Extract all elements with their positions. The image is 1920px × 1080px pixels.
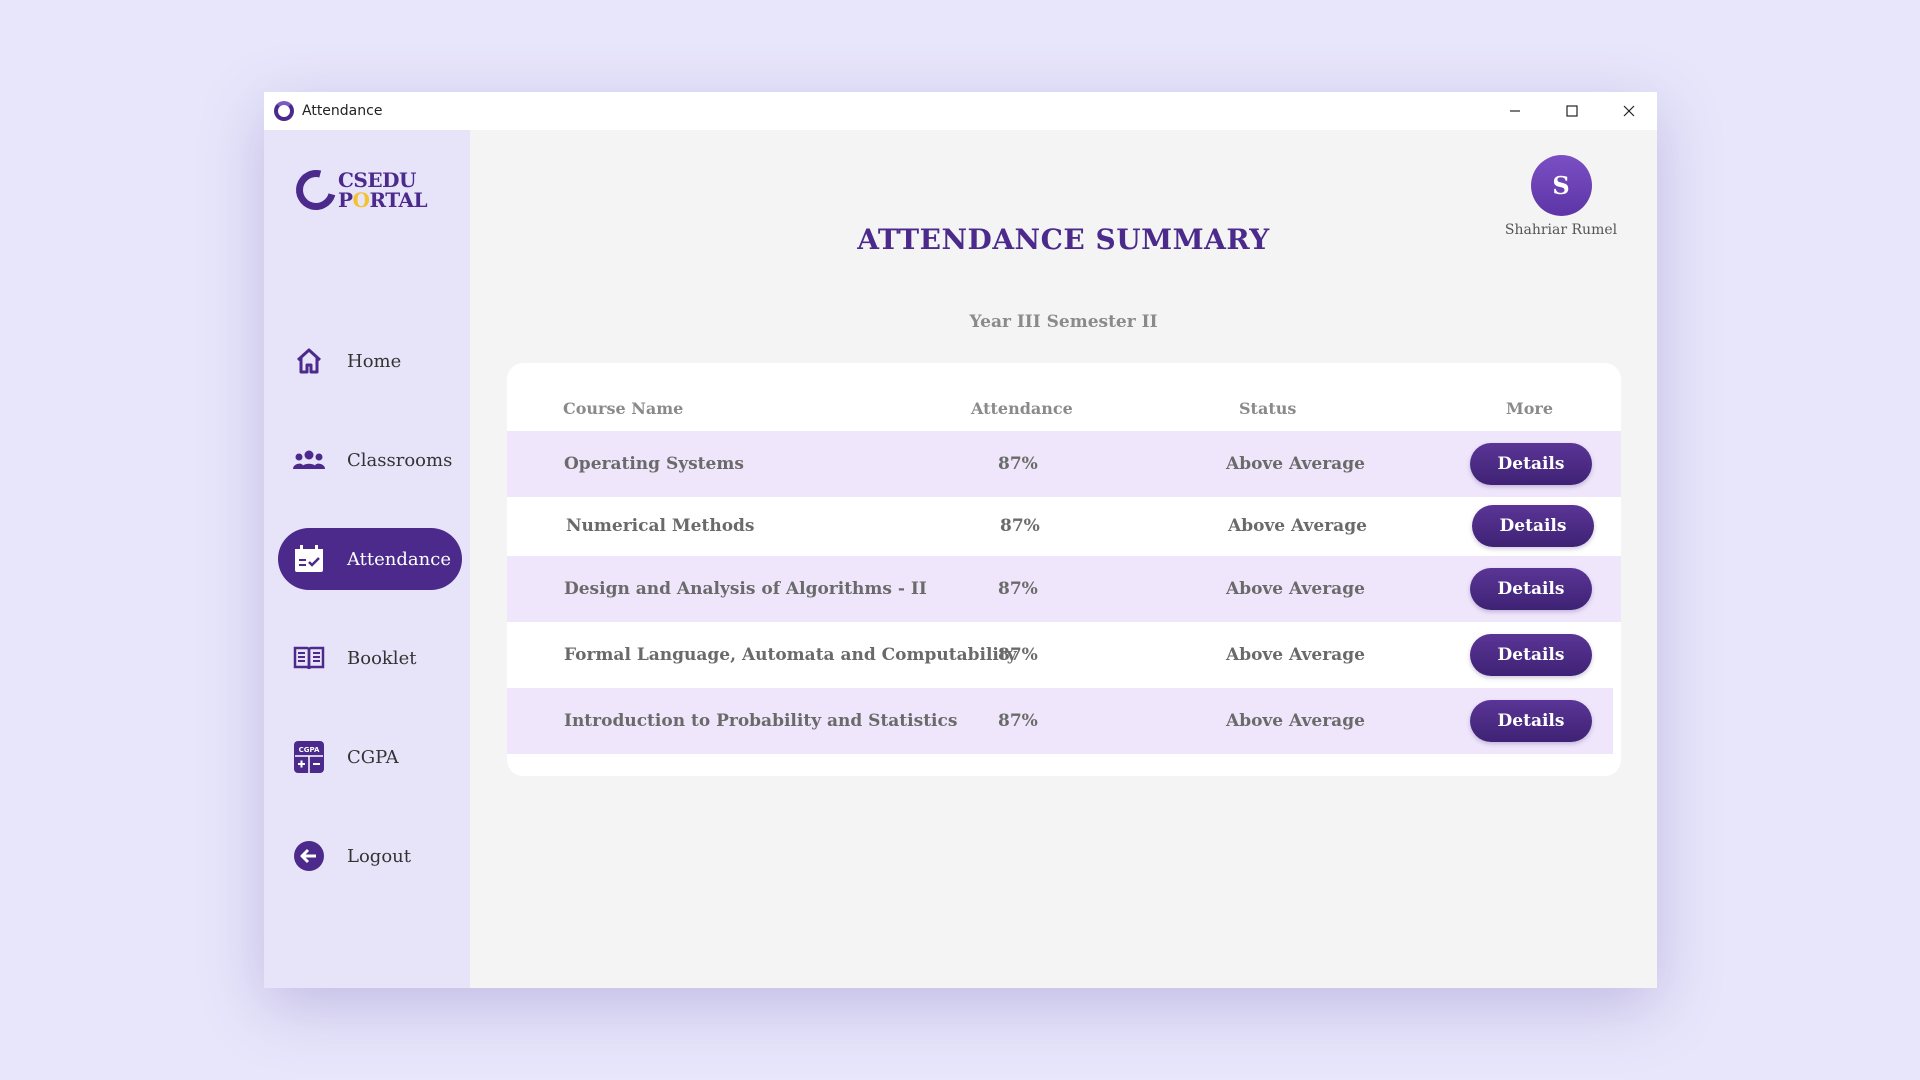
window-controls [1486,92,1657,130]
status-value: Above Average [1226,711,1365,731]
attendance-value: 87% [998,711,1038,731]
course-name: Design and Analysis of Algorithms - II [564,579,927,599]
course-name: Introduction to Probability and Statisti… [564,711,958,731]
table-row: Operating Systems 87% Above Average Deta… [507,431,1621,497]
window-title: Attendance [302,103,383,119]
calculator-icon: CGPA [293,741,325,773]
details-button[interactable]: Details [1472,505,1594,547]
sidebar: CSEDU PORTAL Home Classrooms Attendance [264,130,470,988]
home-icon [293,345,325,377]
details-button[interactable]: Details [1470,568,1592,610]
close-button[interactable] [1600,92,1657,130]
column-header-attendance: Attendance [971,399,1073,418]
column-header-status: Status [1239,399,1297,418]
minimize-button[interactable] [1486,92,1543,130]
logo-text: CSEDU PORTAL [338,168,428,212]
page-title: ATTENDANCE SUMMARY [857,223,1270,256]
column-header-course: Course Name [563,399,684,418]
main-content: S Shahriar Rumel ATTENDANCE SUMMARY Year… [470,130,1657,988]
avatar[interactable]: S [1530,155,1592,216]
course-name: Operating Systems [564,454,744,474]
table-row: Design and Analysis of Algorithms - II 8… [507,556,1621,622]
calendar-check-icon [293,543,325,575]
table-row: Introduction to Probability and Statisti… [507,688,1613,754]
sidebar-item-label: Logout [347,845,411,867]
status-value: Above Average [1228,516,1367,536]
status-value: Above Average [1226,579,1365,599]
status-value: Above Average [1226,645,1365,665]
sidebar-item-classrooms[interactable]: Classrooms [278,429,462,491]
logout-icon [293,840,325,872]
people-icon [293,444,325,476]
svg-text:CGPA: CGPA [299,746,320,754]
maximize-button[interactable] [1543,92,1600,130]
attendance-value: 87% [1000,516,1040,536]
details-button[interactable]: Details [1470,443,1592,485]
sidebar-item-home[interactable]: Home [278,330,462,392]
attendance-value: 87% [998,454,1038,474]
course-name: Numerical Methods [566,516,755,536]
book-icon [293,642,325,674]
minimize-icon [1509,110,1520,112]
details-button[interactable]: Details [1470,700,1592,742]
details-button[interactable]: Details [1470,634,1592,676]
title-bar: Attendance [264,92,1657,130]
sidebar-item-label: Home [347,350,402,372]
sidebar-item-label: Attendance [347,548,451,570]
app-logo-icon [274,101,294,121]
attendance-value: 87% [998,645,1038,665]
sidebar-item-label: Classrooms [347,449,453,471]
sidebar-item-label: Booklet [347,647,417,669]
table-row: Formal Language, Automata and Computabil… [507,622,1621,688]
maximize-icon [1565,105,1578,117]
close-icon [1623,105,1634,117]
app-window: Attendance CSEDU PORTAL Home Classrooms … [264,92,1657,988]
column-header-more: More [1506,399,1553,418]
status-value: Above Average [1226,454,1365,474]
portal-logo[interactable]: CSEDU PORTAL [288,162,428,218]
sidebar-item-attendance[interactable]: Attendance [278,528,462,590]
table-row: Numerical Methods 87% Above Average Deta… [507,493,1621,559]
attendance-table: Course Name Attendance Status More Opera… [507,363,1621,776]
sidebar-item-cgpa[interactable]: CGPA CGPA [278,726,462,788]
sidebar-item-booklet[interactable]: Booklet [278,627,462,689]
sidebar-item-label: CGPA [347,746,399,768]
sidebar-item-logout[interactable]: Logout [278,825,462,887]
attendance-value: 87% [998,579,1038,599]
semester-label: Year III Semester II [969,312,1158,332]
course-name: Formal Language, Automata and Computabil… [564,645,1017,665]
logo-ring-icon [288,162,344,218]
